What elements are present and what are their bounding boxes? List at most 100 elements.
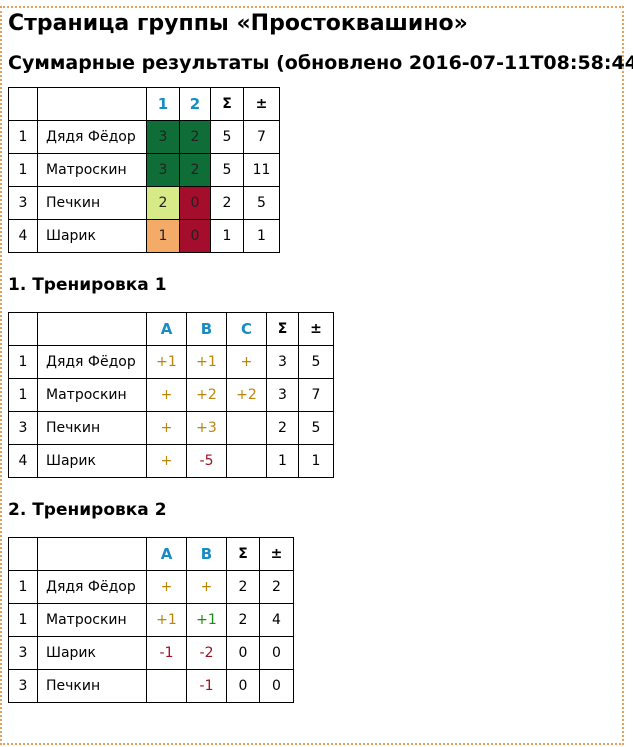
t1-header-a[interactable]: A — [146, 312, 187, 346]
rank-cell: 1 — [8, 570, 38, 604]
sum-cell: 2 — [210, 186, 244, 220]
t2-header-a[interactable]: A — [146, 537, 187, 571]
name-cell: Матроскин — [37, 153, 147, 187]
sum-cell: 2 — [266, 411, 299, 445]
result-cell: +1 — [146, 603, 187, 637]
t2-header-pm: ± — [259, 537, 294, 571]
score-cell: 2 — [179, 153, 211, 187]
training1-title: 1. Тренировка 1 — [8, 275, 167, 295]
sum-cell: 1 — [266, 444, 299, 478]
summary-header-sum: Σ — [210, 87, 244, 121]
name-cell: Дядя Фёдор — [37, 345, 147, 379]
rank-cell: 4 — [8, 444, 38, 478]
name-cell: Печкин — [37, 669, 147, 703]
result-cell — [226, 411, 267, 445]
t1-header-name — [37, 312, 147, 346]
pm-cell: 1 — [298, 444, 334, 478]
rank-cell: 1 — [8, 345, 38, 379]
pm-cell: 5 — [243, 186, 280, 220]
rank-cell: 3 — [8, 186, 38, 220]
training2-title: 2. Тренировка 2 — [8, 500, 167, 520]
page-title: Страница группы «Простоквашино» — [8, 11, 468, 36]
score-cell: 1 — [146, 219, 180, 253]
training2-table: A B Σ ± 1 Дядя Фёдор + + 2 2 1 Матроскин… — [8, 537, 294, 703]
name-cell: Дядя Фёдор — [37, 570, 147, 604]
result-cell: -1 — [146, 636, 187, 670]
result-cell: -2 — [186, 636, 227, 670]
score-cell: 3 — [146, 120, 180, 154]
score-cell: 3 — [146, 153, 180, 187]
pm-cell: 7 — [298, 378, 334, 412]
t2-header-b[interactable]: B — [186, 537, 227, 571]
pm-cell: 2 — [259, 570, 294, 604]
t2-header-name — [37, 537, 147, 571]
table-row: 1 Матроскин + +2 +2 3 7 — [8, 378, 334, 412]
t1-header-pm: ± — [298, 312, 334, 346]
table-row: 4 Шарик 1 0 1 1 — [8, 219, 280, 253]
sum-cell: 1 — [210, 219, 244, 253]
name-cell: Шарик — [37, 636, 147, 670]
pm-cell: 7 — [243, 120, 280, 154]
name-cell: Матроскин — [37, 603, 147, 637]
summary-header-2[interactable]: 2 — [179, 87, 211, 121]
result-cell: +3 — [186, 411, 227, 445]
summary-header-1[interactable]: 1 — [146, 87, 180, 121]
table-row: 3 Печкин + +3 2 5 — [8, 411, 334, 445]
name-cell: Печкин — [37, 411, 147, 445]
result-cell: + — [146, 378, 187, 412]
t1-header-rank — [8, 312, 38, 346]
score-cell: 2 — [146, 186, 180, 220]
rank-cell: 1 — [8, 378, 38, 412]
pm-cell: 1 — [243, 219, 280, 253]
pm-cell: 0 — [259, 636, 294, 670]
table-row: 1 Матроскин +1 +1 2 4 — [8, 603, 294, 637]
result-cell: +2 — [186, 378, 227, 412]
result-cell: + — [146, 444, 187, 478]
t1-header-c[interactable]: C — [226, 312, 267, 346]
sum-cell: 3 — [266, 378, 299, 412]
training1-header-row: A B C Σ ± — [8, 312, 334, 346]
t2-header-sum: Σ — [226, 537, 260, 571]
result-cell: -1 — [186, 669, 227, 703]
summary-heading: Суммарные результаты (обновлено 2016-07-… — [8, 52, 633, 74]
name-cell: Печкин — [37, 186, 147, 220]
result-cell: + — [186, 570, 227, 604]
score-cell: 2 — [179, 120, 211, 154]
training1-table: A B C Σ ± 1 Дядя Фёдор +1 +1 + 3 5 1 Мат… — [8, 312, 334, 478]
summary-table: 1 2 Σ ± 1 Дядя Фёдор 3 2 5 7 1 Матроскин… — [8, 87, 280, 253]
score-cell: 0 — [179, 219, 211, 253]
rank-cell: 1 — [8, 120, 38, 154]
rank-cell: 3 — [8, 636, 38, 670]
result-cell: +1 — [186, 603, 227, 637]
table-row: 1 Дядя Фёдор +1 +1 + 3 5 — [8, 345, 334, 379]
sum-cell: 5 — [210, 120, 244, 154]
pm-cell: 11 — [243, 153, 280, 187]
result-cell: -5 — [186, 444, 227, 478]
summary-header-pm: ± — [243, 87, 280, 121]
result-cell: +1 — [146, 345, 187, 379]
result-cell: +1 — [186, 345, 227, 379]
result-cell: + — [146, 570, 187, 604]
pm-cell: 0 — [259, 669, 294, 703]
t1-header-b[interactable]: B — [186, 312, 227, 346]
result-cell: + — [146, 411, 187, 445]
table-row: 1 Матроскин 3 2 5 11 — [8, 153, 280, 187]
table-row: 1 Дядя Фёдор + + 2 2 — [8, 570, 294, 604]
pm-cell: 5 — [298, 345, 334, 379]
name-cell: Дядя Фёдор — [37, 120, 147, 154]
result-cell — [146, 669, 187, 703]
sum-cell: 2 — [226, 603, 260, 637]
table-row: 3 Печкин 2 0 2 5 — [8, 186, 280, 220]
sum-cell: 0 — [226, 636, 260, 670]
rank-cell: 1 — [8, 603, 38, 637]
table-row: 4 Шарик + -5 1 1 — [8, 444, 334, 478]
sum-cell: 5 — [210, 153, 244, 187]
name-cell: Шарик — [37, 219, 147, 253]
result-cell: + — [226, 345, 267, 379]
result-cell: +2 — [226, 378, 267, 412]
summary-header-name — [37, 87, 147, 121]
rank-cell: 4 — [8, 219, 38, 253]
summary-header-row: 1 2 Σ ± — [8, 87, 280, 121]
sum-cell: 2 — [226, 570, 260, 604]
content: Страница группы «Простоквашино» Суммарны… — [8, 10, 633, 703]
